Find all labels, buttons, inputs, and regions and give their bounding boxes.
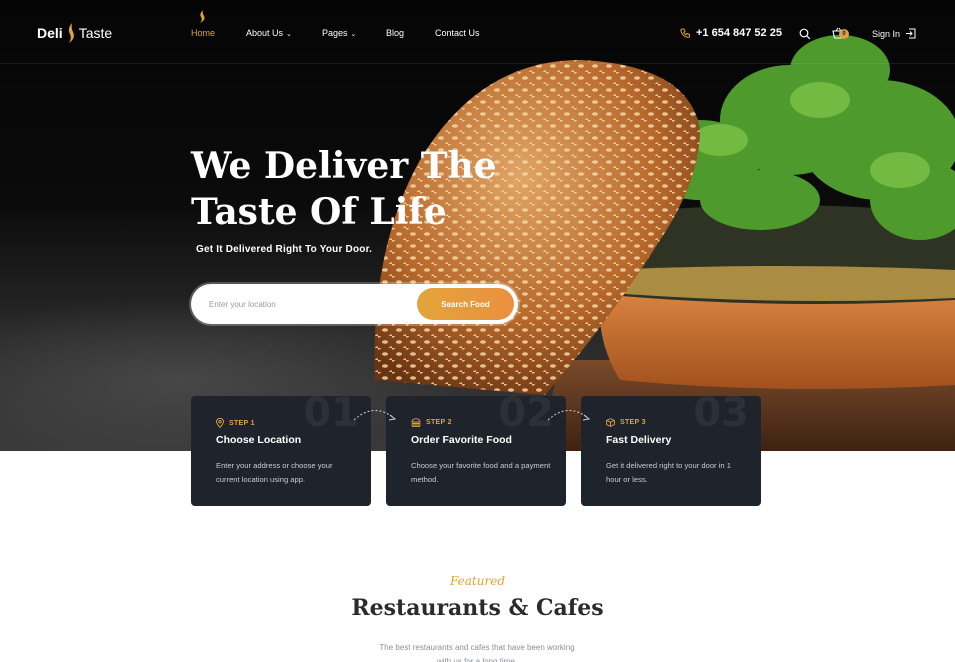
nav-item-blog[interactable]: Blog (386, 26, 435, 40)
step-label: STEP 3 (620, 419, 646, 426)
brand-logo[interactable]: Deli Taste (37, 22, 112, 44)
step-title: Order Favorite Food (411, 434, 512, 446)
step-description: Enter your address or choose your curren… (216, 461, 333, 484)
step-header: STEP 2 (411, 418, 452, 427)
dashed-arrow-icon (353, 410, 397, 421)
hero-section: Deli Taste Home About Us⌄ Pages⌄ Blog (0, 0, 955, 451)
nav-item-label: About Us (246, 28, 284, 38)
step-label: STEP 2 (426, 419, 452, 426)
main-menu: Home About Us ⌄ Pages ⌄ Blog Contact Us (191, 10, 495, 40)
package-icon (606, 418, 615, 427)
brand-name-light: Taste (78, 25, 113, 41)
chevron-down-icon: ⌄ (286, 31, 292, 38)
step-description: Choose your favorite food and a payment … (411, 461, 551, 484)
flame-icon (200, 10, 205, 23)
step-description: Get it delivered right to your door in 1… (606, 461, 731, 484)
burger-icon (411, 418, 421, 427)
hero-title: We Deliver The Taste Of Life (191, 143, 551, 235)
section-description: The best restaurants and cafes that have… (379, 643, 575, 662)
location-input[interactable] (209, 284, 409, 324)
nav-item-home[interactable]: Home (191, 10, 246, 40)
nav-item-pages[interactable]: Pages ⌄ (322, 26, 386, 40)
signin-label: Sign In (872, 28, 901, 39)
step-label: STEP 1 (229, 419, 255, 427)
dashed-arrow-icon (547, 410, 591, 421)
nav-item-contact[interactable]: Contact Us (435, 26, 495, 40)
cart-count-badge: 0 (839, 29, 849, 39)
search-icon[interactable] (799, 28, 811, 40)
step-number: 01 (303, 396, 359, 436)
phone-number[interactable]: +1 654 847 52 25 (680, 27, 782, 39)
nav-item-label: Home (191, 28, 216, 38)
hero-title-line: We Deliver The (191, 145, 497, 187)
location-pin-icon (216, 418, 224, 428)
chevron-down-icon: ⌄ (350, 31, 357, 38)
search-food-button[interactable]: Search Food (417, 288, 514, 320)
hero-subtitle: Get It Delivered Right To Your Door. (196, 244, 373, 255)
flame-icon (68, 23, 74, 43)
featured-eyebrow: Featured (450, 574, 505, 588)
phone-text: +1 654 847 52 25 (696, 27, 782, 39)
step-header: STEP 1 (216, 418, 255, 428)
step-title: Choose Location (216, 434, 302, 446)
step-header: STEP 3 (606, 418, 646, 427)
nav-item-label: Blog (386, 28, 405, 38)
login-icon (906, 28, 916, 39)
step-card: 03 STEP 3 Fast Delivery Get it delivered… (581, 396, 761, 506)
step-card: 01 STEP 1 Choose Location Enter your add… (191, 396, 371, 506)
nav-item-label: Contact Us (435, 28, 480, 38)
step-title: Fast Delivery (606, 434, 672, 446)
location-search-box: Search Food (191, 284, 518, 324)
top-navbar: Deli Taste Home About Us⌄ Pages⌄ Blog (0, 0, 955, 64)
section-title: Restaurants & Cafes (351, 595, 604, 621)
phone-icon (680, 28, 690, 38)
nav-item-about[interactable]: About Us ⌄ (246, 26, 322, 40)
step-number: 03 (693, 396, 749, 436)
hero-title-line: Taste Of Life (191, 191, 447, 233)
brand-name-bold: Deli (37, 25, 63, 41)
nav-item-label: Pages (322, 28, 348, 38)
signin-button[interactable]: Sign In (872, 28, 916, 39)
step-card: 02 STEP 2 Order Favorite Food Choose you… (386, 396, 566, 506)
